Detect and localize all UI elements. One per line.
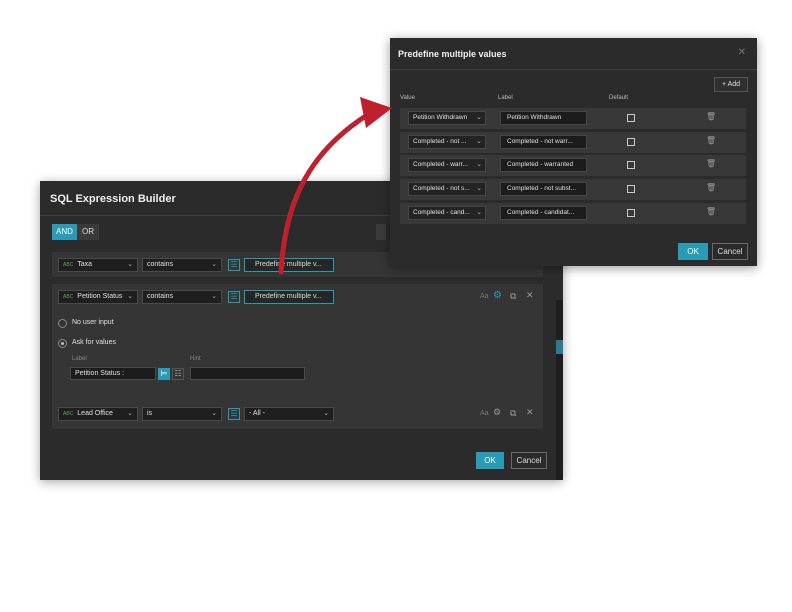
value-select[interactable]: Completed - not s... ⌄ <box>408 182 486 196</box>
add-clause-button[interactable] <box>376 224 386 240</box>
multi-select-icon[interactable]: ☷ <box>172 368 184 380</box>
screenshot-stage: SQL Expression Builder AND OR ABC Taxa ⌄ … <box>0 0 792 612</box>
dialog-title: SQL Expression Builder <box>50 193 176 205</box>
value-select[interactable]: Completed - cand... ⌄ <box>408 206 486 220</box>
value-row: Completed - cand... ⌄ Completed - candida… <box>400 203 746 224</box>
value-row: Completed - not ... ⌄ Completed - not war… <box>400 132 746 153</box>
clause-lead-office: ABC Lead Office ⌄ is ⌄ ☰ - All - ⌄ Aa ⚙ ⧉… <box>52 399 543 429</box>
ok-button[interactable]: OK <box>476 452 504 469</box>
predefine-multiple-values-dialog: Predefine multiple values ✕ + Add Value … <box>390 38 757 266</box>
label-input[interactable]: Petition Withdrawn <box>500 111 587 125</box>
default-checkbox[interactable] <box>627 114 635 122</box>
arrow-head <box>360 97 392 128</box>
ask-for-values-radio[interactable] <box>58 339 67 348</box>
predefine-values-field[interactable]: Predefine multiple v... <box>244 258 334 272</box>
dialog-title: Predefine multiple values <box>398 49 507 59</box>
operator-select[interactable]: contains ⌄ <box>142 290 222 304</box>
trash-icon[interactable]: 🗑 <box>706 159 716 168</box>
value-source-list-icon[interactable]: ☰ <box>228 291 240 303</box>
chevron-down-icon: ⌄ <box>323 410 329 417</box>
hint-heading: Hint <box>190 356 201 362</box>
cancel-button[interactable]: Cancel <box>511 452 547 469</box>
predefine-values-field[interactable]: Predefine multiple v... <box>244 290 334 304</box>
cancel-button[interactable]: Cancel <box>712 243 748 260</box>
string-type-icon: ABC <box>63 294 74 300</box>
trash-icon[interactable]: 🗑 <box>706 136 716 145</box>
label-column-header: Label <box>498 95 513 101</box>
chevron-down-icon: ⌄ <box>476 185 482 192</box>
ask-for-values-label: Ask for values <box>72 339 116 346</box>
background-panel-accent <box>556 340 563 354</box>
and-toggle[interactable]: AND <box>52 224 77 240</box>
case-sensitive-toggle[interactable]: Aa <box>480 293 489 300</box>
background-panel-edge <box>556 300 563 480</box>
single-select-icon[interactable]: ⊨ <box>158 368 170 380</box>
chevron-down-icon: ⌄ <box>211 261 217 268</box>
chevron-down-icon: ⌄ <box>211 410 217 417</box>
value-select[interactable]: Completed - warr... ⌄ <box>408 158 486 172</box>
duplicate-icon[interactable]: ⧉ <box>510 291 516 302</box>
operator-select[interactable]: contains ⌄ <box>142 258 222 272</box>
default-checkbox[interactable] <box>627 185 635 193</box>
value-row: Completed - not s... ⌄ Completed - not su… <box>400 179 746 200</box>
case-sensitive-toggle[interactable]: Aa <box>480 410 489 417</box>
no-user-input-radio[interactable] <box>58 319 67 328</box>
string-type-icon: ABC <box>63 262 74 268</box>
value-row: Petition Withdrawn ⌄ Petition Withdrawn 🗑 <box>400 108 746 129</box>
hint-input[interactable] <box>190 367 305 380</box>
chevron-down-icon: ⌄ <box>211 293 217 300</box>
duplicate-icon[interactable]: ⧉ <box>510 408 516 419</box>
close-icon[interactable]: ✕ <box>738 47 746 58</box>
value-select[interactable]: Petition Withdrawn ⌄ <box>408 111 486 125</box>
trash-icon[interactable]: 🗑 <box>706 183 716 192</box>
label-input[interactable]: Completed - warranted <box>500 158 587 172</box>
label-input[interactable]: Completed - not warr... <box>500 135 587 149</box>
settings-gear-icon[interactable]: ⚙ <box>493 290 502 301</box>
field-select[interactable]: ABC Petition Status ⌄ <box>58 290 138 304</box>
label-input[interactable]: Completed - candidat... <box>500 206 587 220</box>
default-column-header: Default <box>609 95 629 101</box>
or-toggle[interactable]: OR <box>77 224 99 240</box>
settings-gear-icon[interactable]: ⚙ <box>493 407 501 418</box>
chevron-down-icon: ⌄ <box>127 410 133 417</box>
chevron-down-icon: ⌄ <box>476 138 482 145</box>
default-checkbox[interactable] <box>627 161 635 169</box>
chevron-down-icon: ⌄ <box>476 114 482 121</box>
default-checkbox[interactable] <box>627 209 635 217</box>
field-select[interactable]: ABC Lead Office ⌄ <box>58 407 138 421</box>
value-column-header: Value <box>400 95 415 101</box>
value-source-list-icon[interactable]: ☰ <box>228 408 240 420</box>
close-icon[interactable]: ✕ <box>526 290 534 301</box>
divider <box>390 69 757 70</box>
add-value-button[interactable]: + Add <box>714 77 748 92</box>
label-heading: Label <box>72 356 87 362</box>
trash-icon[interactable]: 🗑 <box>706 207 716 216</box>
ok-button[interactable]: OK <box>678 243 708 260</box>
close-icon[interactable]: ✕ <box>526 407 534 418</box>
no-user-input-label: No user input <box>72 319 114 326</box>
value-select[interactable]: - All - ⌄ <box>244 407 334 421</box>
value-row: Completed - warr... ⌄ Completed - warrant… <box>400 155 746 176</box>
trash-icon[interactable]: 🗑 <box>706 112 716 121</box>
chevron-down-icon: ⌄ <box>476 209 482 216</box>
chevron-down-icon: ⌄ <box>127 261 133 268</box>
operator-select[interactable]: is ⌄ <box>142 407 222 421</box>
string-type-icon: ABC <box>63 411 74 417</box>
field-select[interactable]: ABC Taxa ⌄ <box>58 258 138 272</box>
label-input[interactable]: Completed - not subst... <box>500 182 587 196</box>
chevron-down-icon: ⌄ <box>127 293 133 300</box>
default-checkbox[interactable] <box>627 138 635 146</box>
chevron-down-icon: ⌄ <box>476 161 482 168</box>
value-source-list-icon[interactable]: ☰ <box>228 259 240 271</box>
value-select[interactable]: Completed - not ... ⌄ <box>408 135 486 149</box>
ask-label-input[interactable]: Petition Status : <box>70 367 156 380</box>
